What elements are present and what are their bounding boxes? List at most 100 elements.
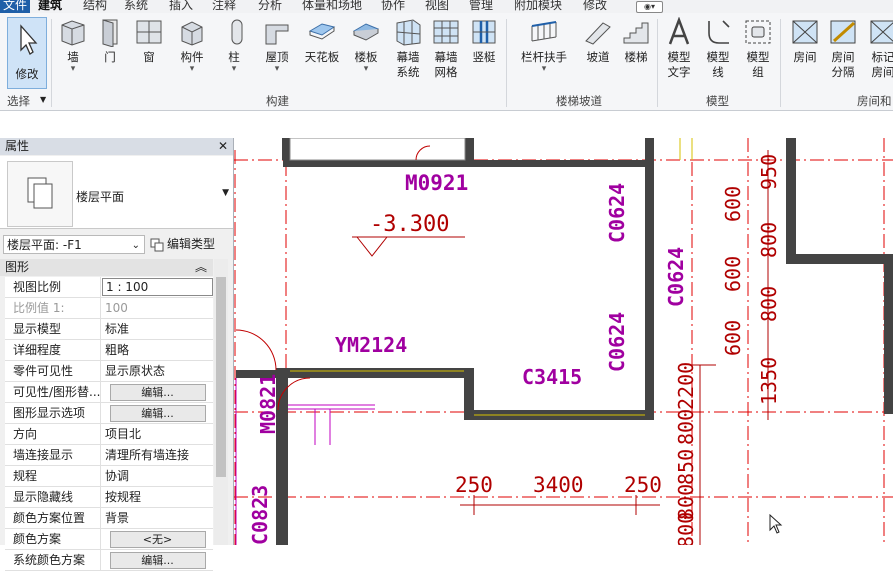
dim-text[interactable]: 800 [674, 409, 698, 445]
level-elevation[interactable]: -3.300 [370, 212, 449, 237]
instance-filter-select[interactable]: 楼层平面: -F1 ⌄ [3, 235, 145, 254]
visibility-edit-button[interactable]: 编辑... [109, 384, 206, 401]
dim-text[interactable]: 600 [721, 256, 745, 292]
dim-text[interactable]: 800 [757, 222, 781, 258]
menu-tab-addins[interactable]: 附加模块 [514, 0, 562, 13]
model-line-label-1: 模型 [706, 50, 730, 64]
tag-ym2124[interactable]: YM2124 [335, 333, 407, 357]
prop-row: 可见性/图形替... 编辑... [5, 382, 213, 403]
prop-value[interactable]: 标准 [102, 319, 213, 339]
prop-value[interactable]: 按规程 [102, 487, 213, 507]
menu-tab-annotate[interactable]: 注释 [212, 0, 236, 13]
window-tool[interactable]: 窗 [133, 13, 165, 65]
roof-tool[interactable]: 屋顶 ▾ [259, 13, 295, 74]
tag-c0624-c[interactable]: C0624 [605, 312, 629, 372]
menu-tab-view[interactable]: 视图 [425, 0, 449, 13]
dim-text[interactable]: 250 [624, 473, 662, 497]
model-text-tool[interactable]: 模型 文字 [662, 13, 696, 80]
roof-label: 屋顶 [265, 50, 289, 64]
tag-m0821[interactable]: M0821 [256, 374, 280, 434]
curtain-grid-tool[interactable]: 幕墙 网格 [428, 13, 464, 80]
prop-value[interactable]: 显示原状态 [102, 361, 213, 381]
collapse-icon[interactable]: ︽ [195, 259, 207, 276]
model-group-tool[interactable]: 模型 组 [742, 13, 774, 80]
dim-text[interactable]: 2200 [674, 362, 698, 410]
chevron-down-icon: ▾ [231, 64, 237, 74]
column-tool[interactable]: 柱 ▾ [222, 13, 246, 74]
ramp-tool[interactable]: 坡道 [583, 13, 613, 65]
menu-tab-architecture[interactable]: 建筑 [38, 0, 62, 13]
tag-c3415[interactable]: C3415 [522, 365, 582, 389]
section-graphics[interactable]: 图形 ︽ [0, 259, 213, 276]
graphic-display-edit-button[interactable]: 编辑... [109, 405, 206, 422]
door-tool[interactable]: 门 [95, 13, 125, 65]
scrollbar-thumb[interactable] [216, 277, 226, 477]
prop-value[interactable]: 背景 [102, 508, 213, 528]
tag-c0624-b[interactable]: C0624 [664, 247, 688, 307]
ribbon-separator [506, 19, 507, 107]
wall-tool[interactable]: 墙 ▾ [56, 13, 90, 74]
menu-tab-manage[interactable]: 管理 [469, 0, 493, 13]
menu-file[interactable]: 文件 [0, 0, 31, 13]
prop-value: 编辑... [102, 403, 213, 423]
chevron-down-icon[interactable]: ▼ [222, 188, 229, 198]
prop-value[interactable]: 清理所有墙连接 [102, 445, 213, 465]
drawing-canvas[interactable]: M0921 YM2124 C3415 M0821 C0823 C0624 C06… [234, 138, 893, 545]
floor-icon [352, 23, 380, 41]
curtain-system-label-1: 幕墙 [396, 50, 420, 64]
type-selector[interactable]: 楼层平面 ▼ [0, 156, 233, 229]
dim-text[interactable]: 1350 [757, 357, 781, 405]
ceiling-tool[interactable]: 天花板 [300, 13, 344, 65]
tag-m0921[interactable]: M0921 [405, 171, 468, 195]
edit-type-button[interactable]: 编辑类型 [150, 235, 215, 254]
prop-name: 详细程度 [5, 340, 101, 360]
ramp-icon [585, 22, 611, 45]
dim-text[interactable]: 950 [757, 154, 781, 190]
prop-row: 颜色方案位置 背景 [5, 508, 213, 529]
mullion-tool[interactable]: 竖梃 [468, 13, 500, 65]
color-scheme-button[interactable]: <无> [109, 531, 206, 548]
room-separator-tool[interactable]: 房间 分隔 [826, 13, 860, 80]
roof-icon [265, 24, 289, 45]
curtain-system-tool[interactable]: 幕墙 系统 [390, 13, 426, 80]
modify-button[interactable]: 修改 [7, 17, 47, 89]
tag-c0823[interactable]: C0823 [248, 485, 272, 545]
prop-value[interactable]: 项目北 [102, 424, 213, 444]
close-icon[interactable]: ✕ [213, 138, 228, 155]
railing-tool[interactable]: 栏杆扶手 ▾ [516, 13, 572, 74]
properties-scrollbar[interactable] [214, 259, 228, 545]
view-scale-input[interactable]: 1 : 100 [102, 278, 213, 296]
menu-tab-analyze[interactable]: 分析 [258, 0, 282, 13]
component-tool[interactable]: 构件 ▾ [175, 13, 209, 74]
menu-tab-collaborate[interactable]: 协作 [381, 0, 405, 13]
ribbon-options-button[interactable]: ◉▾ [636, 1, 663, 13]
tag-room-icon [870, 20, 893, 44]
prop-value[interactable]: 粗略 [102, 340, 213, 360]
room-tool[interactable]: 房间 [787, 13, 823, 65]
tag-room-tool[interactable]: 标记 房间 [866, 13, 893, 80]
select-dropdown-icon[interactable]: ▼ [40, 95, 46, 104]
model-line-tool[interactable]: 模型 线 [702, 13, 734, 80]
menu-tab-systems[interactable]: 系统 [124, 0, 148, 13]
menu-tab-modify[interactable]: 修改 [583, 0, 607, 13]
dim-text[interactable]: 250 [455, 473, 493, 497]
tag-c0624-a[interactable]: C0624 [605, 183, 629, 243]
stair-tool[interactable]: 楼梯 [620, 13, 652, 65]
prop-value[interactable]: 协调 [102, 466, 213, 486]
dim-text[interactable]: 600 [721, 320, 745, 356]
system-color-edit-button[interactable]: 编辑... [109, 552, 206, 569]
dim-text[interactable]: 2800 [674, 512, 698, 545]
dim-text[interactable]: 850 [674, 449, 698, 485]
dim-text[interactable]: 600 [721, 186, 745, 222]
menu-tab-insert[interactable]: 插入 [169, 0, 193, 13]
dim-text[interactable]: 800 [757, 286, 781, 322]
floor-tool[interactable]: 楼板 ▾ [348, 13, 384, 74]
dim-text[interactable]: 3400 [533, 473, 584, 497]
prop-name: 可见性/图形替... [5, 382, 101, 402]
menu-tab-structure[interactable]: 结构 [83, 0, 107, 13]
prop-row: 图形显示选项 编辑... [5, 403, 213, 424]
menu-tab-massing-site[interactable]: 体量和场地 [302, 0, 362, 13]
vertical-dimensions: 950 600 800 600 800 600 1350 [721, 154, 781, 405]
prop-name: 图形显示选项 [5, 403, 101, 423]
room-group-label: 房间和 [857, 94, 892, 108]
